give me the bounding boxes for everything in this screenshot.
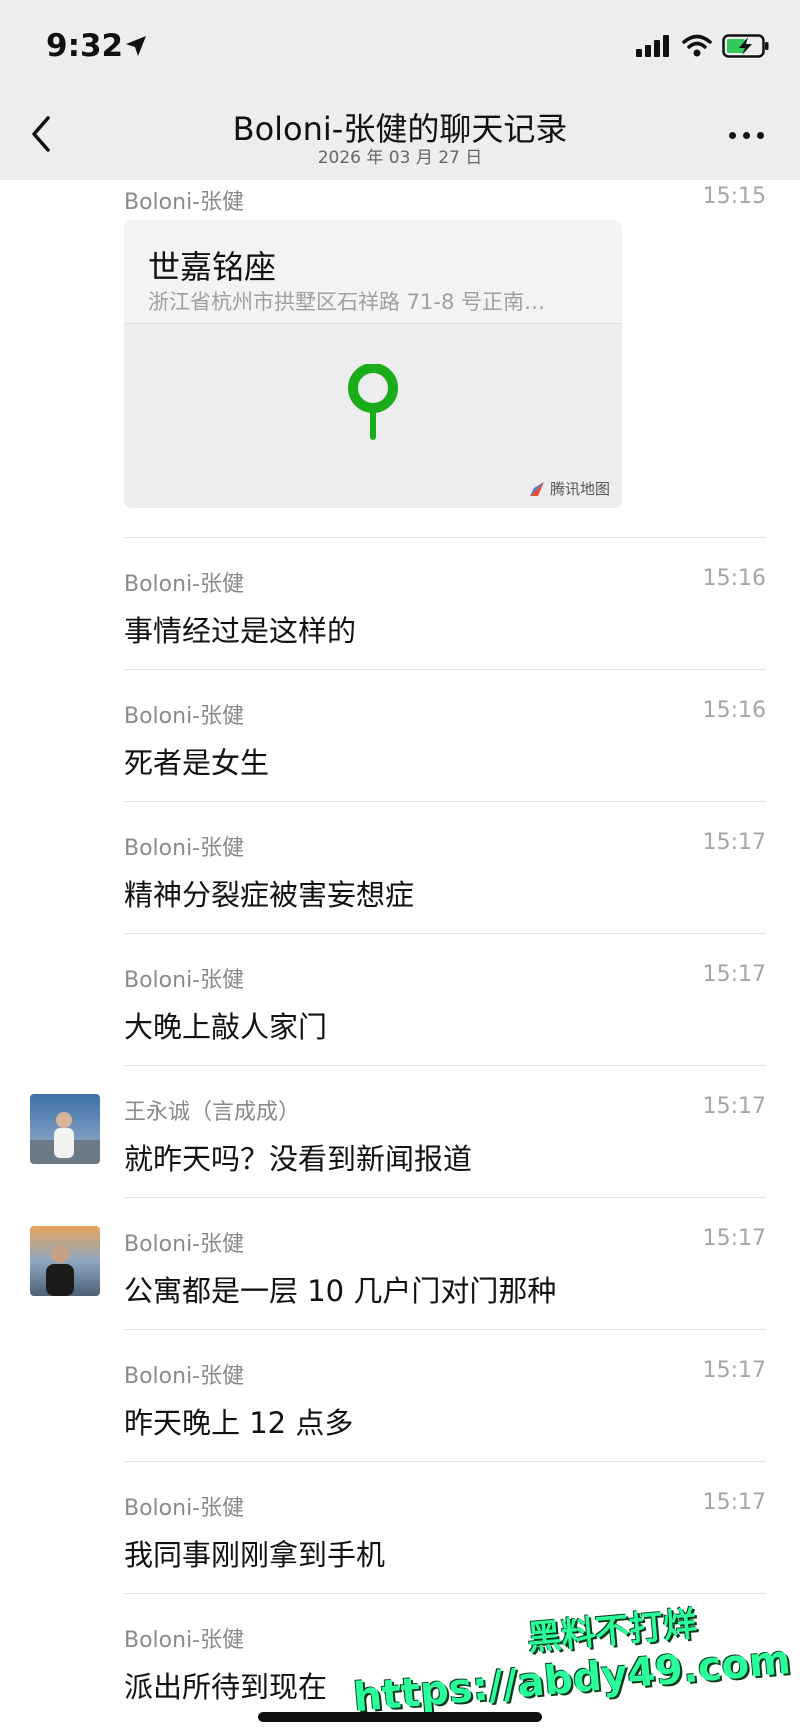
divider — [124, 1461, 766, 1462]
map-brand: 腾讯地图 — [528, 478, 610, 499]
location-arrow-icon — [126, 36, 146, 56]
tencent-map-logo-icon — [529, 481, 544, 496]
avatar-photo — [30, 1226, 100, 1296]
wifi-icon — [682, 34, 712, 57]
message-sender: Boloni-张健 — [124, 1628, 245, 1653]
message-text: 大晚上敲人家门 — [124, 1010, 328, 1044]
message-sender: Boloni-张健 — [124, 968, 245, 993]
message-text: 派出所待到现在 — [124, 1670, 328, 1704]
avatar[interactable] — [30, 1094, 100, 1164]
page-subtitle-date: 2026 年 03 月 27 日 — [317, 148, 483, 168]
message-time: 15:17 — [702, 830, 766, 855]
divider — [124, 1065, 766, 1066]
message-text: 死者是女生 — [124, 746, 270, 780]
message-time: 15:16 — [702, 698, 766, 723]
message-time: 15:17 — [702, 1094, 766, 1119]
top-bar: 9:32 Boloni-张健的聊天记录 2026 年 03 月 27 日 — [0, 0, 800, 180]
message-text: 事情经过是这样的 — [124, 614, 357, 648]
message-time: 15:15 — [702, 184, 766, 209]
signal-icon — [636, 35, 669, 57]
location-name: 世嘉铭座 — [148, 248, 277, 286]
location-map-preview: 腾讯地图 — [124, 323, 622, 508]
message-sender: Boloni-张健 — [124, 572, 245, 597]
message-time: 15:16 — [702, 566, 766, 591]
more-options-icon[interactable] — [729, 132, 764, 139]
message-time: 15:17 — [702, 962, 766, 987]
message-sender: Boloni-张健 — [124, 1496, 245, 1521]
message-text: 我同事刚刚拿到手机 — [124, 1538, 386, 1572]
battery-charging-icon — [722, 34, 769, 58]
message-time: 15:17 — [702, 1226, 766, 1251]
home-indicator[interactable] — [258, 1712, 542, 1722]
divider — [124, 1329, 766, 1330]
status-time: 9:32 — [46, 28, 124, 64]
status-indicators — [636, 34, 770, 58]
divider — [124, 801, 766, 802]
divider — [124, 933, 766, 934]
message-sender: Boloni-张健 — [124, 836, 245, 861]
message-text: 昨天晚上 12 点多 — [124, 1406, 354, 1440]
avatar[interactable] — [30, 1226, 100, 1296]
divider — [124, 537, 766, 538]
message-sender: Boloni-张健 — [124, 704, 245, 729]
watermark: 黑料不打烊 https://abdy49.com — [347, 1588, 792, 1721]
location-card[interactable]: 世嘉铭座 浙江省杭州市拱墅区石祥路 71-8 号正南… 腾讯地图 — [124, 220, 622, 508]
message-sender: 王永诚（言成成） — [124, 1100, 301, 1125]
avatar-photo — [30, 1094, 100, 1164]
divider — [124, 1197, 766, 1198]
divider — [124, 669, 766, 670]
message-text: 就昨天吗？没看到新闻报道 — [124, 1142, 473, 1176]
location-address: 浙江省杭州市拱墅区石祥路 71-8 号正南… — [148, 290, 546, 314]
message-text: 公寓都是一层 10 几户门对门那种 — [124, 1274, 557, 1308]
message-time: 15:17 — [702, 1358, 766, 1383]
message-sender: Boloni-张健 — [124, 190, 245, 215]
message-sender: Boloni-张健 — [124, 1232, 245, 1257]
divider — [124, 1593, 766, 1594]
message-text: 精神分裂症被害妄想症 — [124, 878, 415, 912]
message-time: 15:17 — [702, 1490, 766, 1515]
message-sender: Boloni-张健 — [124, 1364, 245, 1389]
map-pin-icon — [348, 364, 398, 440]
